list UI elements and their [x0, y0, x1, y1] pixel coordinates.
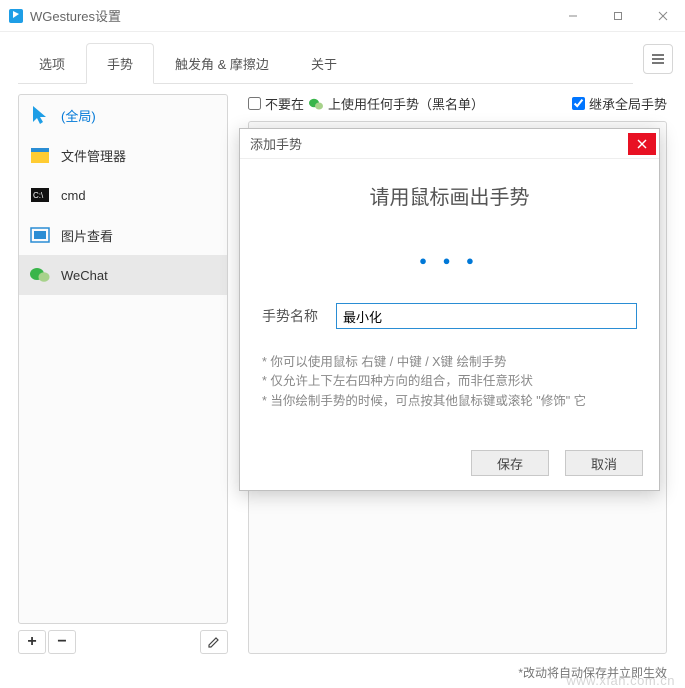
- dialog-title: 添加手势: [250, 134, 628, 153]
- wechat-icon: [29, 264, 51, 286]
- inherit-label: 继承全局手势: [589, 94, 667, 113]
- app-list: (全局) 文件管理器 C:\ cmd 图片查看 WeChat: [18, 94, 228, 624]
- sidebar-item-label: (全局): [61, 106, 96, 125]
- dialog-hints: * 你可以使用鼠标 右键 / 中键 / X键 绘制手势 * 仅允许上下左右四种方…: [262, 353, 637, 411]
- sidebar-item-label: cmd: [61, 188, 86, 203]
- gesture-name-input[interactable]: [336, 303, 637, 329]
- wechat-icon: [308, 96, 324, 112]
- save-button[interactable]: 保存: [471, 450, 549, 476]
- sidebar-item-global[interactable]: (全局): [19, 95, 227, 135]
- app-icon: [8, 8, 24, 24]
- inherit-checkbox[interactable]: 继承全局手势: [572, 94, 667, 113]
- watermark: www.xfan.com.cn: [566, 673, 675, 688]
- edit-app-button[interactable]: [200, 630, 228, 654]
- svg-text:C:\: C:\: [33, 191, 44, 200]
- dialog-close-button[interactable]: [628, 133, 656, 155]
- minimize-button[interactable]: [550, 0, 595, 32]
- sidebar-item-image-viewer[interactable]: 图片查看: [19, 215, 227, 255]
- cancel-button[interactable]: 取消: [565, 450, 643, 476]
- close-button[interactable]: [640, 0, 685, 32]
- inherit-checkbox-input[interactable]: [572, 97, 585, 110]
- blacklist-label-post: 上使用任何手势（黑名单）: [328, 94, 484, 113]
- maximize-button[interactable]: [595, 0, 640, 32]
- sidebar-item-label: WeChat: [61, 268, 108, 283]
- window-title: WGestures设置: [30, 6, 550, 25]
- sidebar-item-label: 文件管理器: [61, 146, 126, 165]
- terminal-icon: C:\: [29, 184, 51, 206]
- hint-line: * 当你绘制手势的时候，可点按其他鼠标键或滚轮 "修饰" 它: [262, 392, 637, 411]
- sidebar-item-cmd[interactable]: C:\ cmd: [19, 175, 227, 215]
- sidebar-item-wechat[interactable]: WeChat: [19, 255, 227, 295]
- tab-triggers[interactable]: 触发角 & 摩擦边: [154, 43, 290, 84]
- image-viewer-icon: [29, 224, 51, 246]
- dialog-heading: 请用鼠标画出手势: [262, 181, 637, 210]
- title-bar: WGestures设置: [0, 0, 685, 32]
- tab-bar: 选项 手势 触发角 & 摩擦边 关于: [18, 42, 633, 84]
- gesture-name-label: 手势名称: [262, 306, 322, 326]
- sidebar-item-label: 图片查看: [61, 226, 113, 245]
- tab-options[interactable]: 选项: [18, 43, 86, 84]
- add-gesture-dialog: 添加手势 请用鼠标画出手势 ● ● ● 手势名称 * 你可以使用鼠标 右键 / …: [239, 128, 660, 491]
- tab-about[interactable]: 关于: [290, 43, 358, 84]
- app-sidebar: (全局) 文件管理器 C:\ cmd 图片查看 WeChat + −: [18, 94, 228, 654]
- blacklist-checkbox-input[interactable]: [248, 97, 261, 110]
- hamburger-menu-button[interactable]: [643, 44, 673, 74]
- remove-app-button[interactable]: −: [48, 630, 76, 654]
- folder-icon: [29, 144, 51, 166]
- cursor-icon: [29, 104, 51, 126]
- blacklist-checkbox[interactable]: 不要在 上使用任何手势（黑名单）: [248, 94, 484, 113]
- hint-line: * 你可以使用鼠标 右键 / 中键 / X键 绘制手势: [262, 353, 637, 372]
- blacklist-label-pre: 不要在: [265, 94, 304, 113]
- hint-line: * 仅允许上下左右四种方向的组合，而非任意形状: [262, 372, 637, 391]
- tab-gestures[interactable]: 手势: [86, 43, 154, 84]
- gesture-preview[interactable]: ● ● ●: [262, 238, 637, 283]
- sidebar-item-file-manager[interactable]: 文件管理器: [19, 135, 227, 175]
- add-app-button[interactable]: +: [18, 630, 46, 654]
